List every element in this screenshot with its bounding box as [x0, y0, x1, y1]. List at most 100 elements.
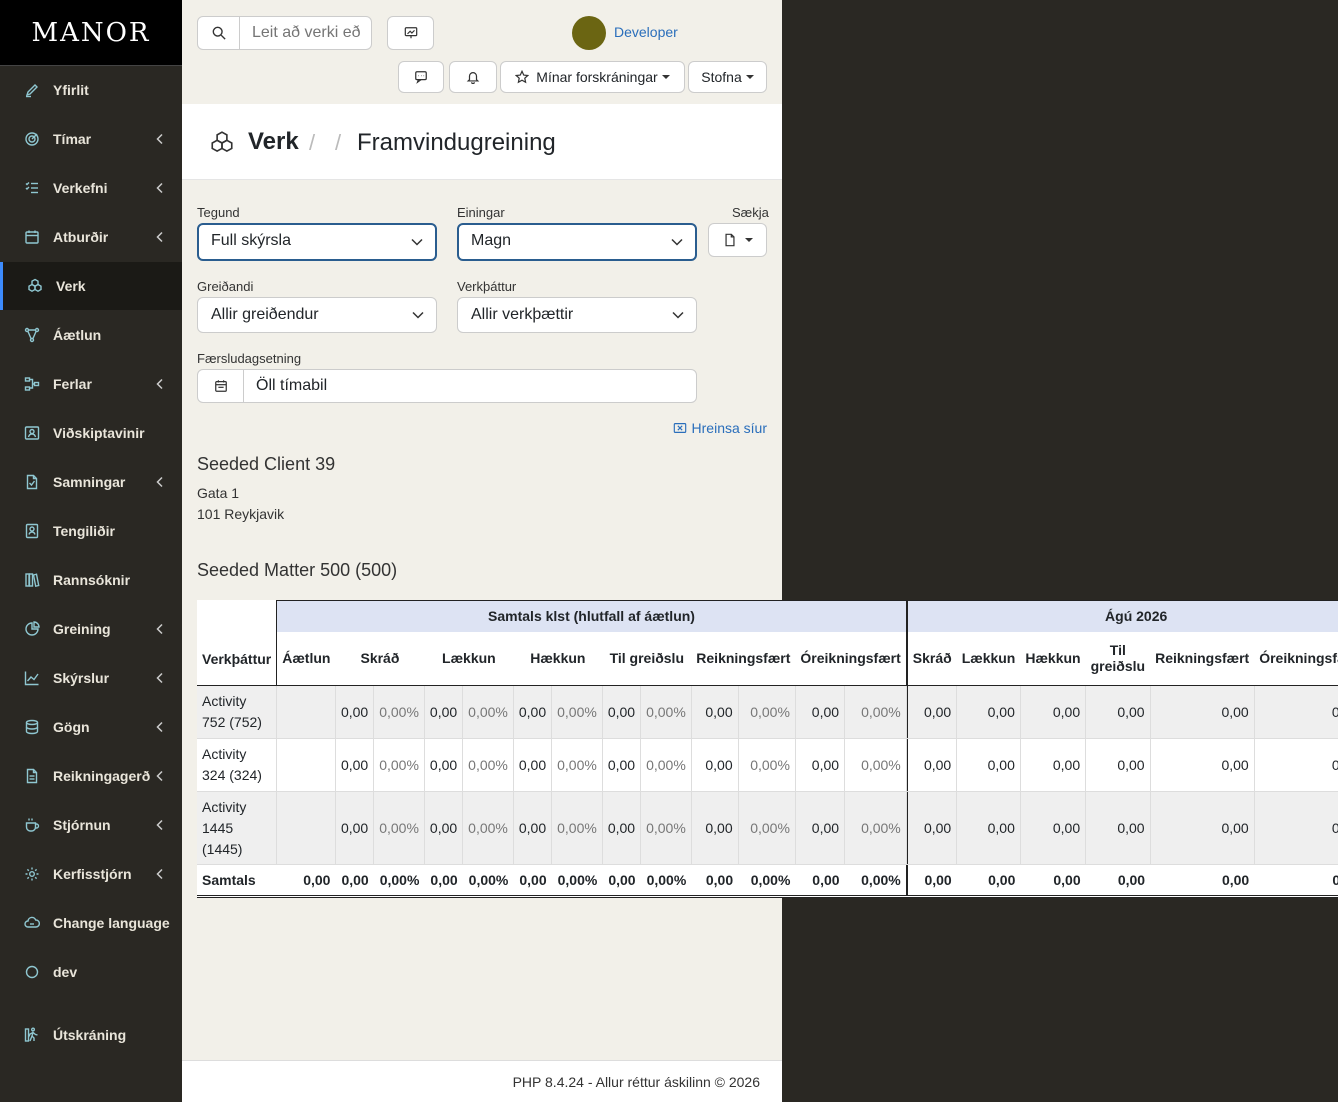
breadcrumb-section[interactable]: Verk — [248, 128, 299, 156]
chevron-left-icon — [156, 672, 163, 684]
cell-m-billed: 0,00 — [1150, 791, 1255, 865]
sidebar-item-verk[interactable]: Verk — [0, 262, 182, 310]
sidebar-item-áætlun[interactable]: Áætlun — [0, 311, 182, 359]
footer: PHP 8.4.24 - Allur réttur áskilinn © 202… — [182, 1060, 782, 1102]
cell-unbilled-pct: 0,00% — [844, 685, 907, 739]
col-header-recorded[interactable]: Skráð — [335, 631, 425, 686]
col-header-month-reduction[interactable]: Lækkun — [956, 631, 1021, 686]
sidebar-item-reikningagerð[interactable]: Reikningagerð — [0, 752, 182, 800]
cell-billed: 0,00 — [691, 791, 739, 865]
cell-m-recorded: 0,00 — [907, 738, 958, 792]
sidebar-item-ferlar[interactable]: Ferlar — [0, 360, 182, 408]
favorites-button[interactable]: Mínar forskráningar — [500, 61, 685, 93]
cell-reduction-pct: 0,00% — [462, 791, 514, 865]
row-phase-name: Activity 1445 (1445) — [197, 791, 278, 865]
cell-plan — [276, 738, 336, 792]
col-header-month-topay[interactable]: Til greiðslu — [1085, 631, 1151, 686]
sidebar-item-tengiliðir[interactable]: Tengiliðir — [0, 507, 182, 555]
cell-m-billed: 0,00 — [1150, 738, 1255, 792]
avatar[interactable] — [572, 16, 606, 50]
sidebar-item-greining[interactable]: Greining — [0, 605, 182, 653]
cell-topay-pct: 0,00% — [640, 791, 692, 865]
diagram-icon — [24, 327, 40, 343]
cell-reduction: 0,00 — [424, 791, 464, 865]
type-select[interactable]: Full skýrsla — [197, 223, 437, 261]
close-box-icon — [673, 423, 686, 433]
sidebar-item-yfirlit[interactable]: Yfirlit — [0, 66, 182, 114]
total-m-unbilled: 0,00 — [1254, 864, 1338, 898]
search-button[interactable] — [198, 17, 240, 49]
sidebar-item-atburðir[interactable]: Atburðir — [0, 213, 182, 261]
clear-filters-link[interactable]: Hreinsa síur — [673, 420, 767, 436]
main-content: Developer Mínar forskráningar Stofna Ver… — [182, 0, 782, 1060]
total-recorded: 0,00 — [335, 864, 374, 898]
sidebar-item-tímar[interactable]: Tímar — [0, 115, 182, 163]
group-header-totals: Samtals klst (hlutfall af áætlun) — [276, 600, 907, 632]
database-icon — [24, 719, 40, 735]
sidebar: MANOR Yfirlit Tímar Verkefni Atburðir Verk Áæ… — [0, 0, 182, 1102]
sidebar-item-dev[interactable]: dev — [0, 948, 182, 996]
cell-increase: 0,00 — [513, 685, 553, 739]
col-header-topay[interactable]: Til greiðslu — [602, 631, 692, 686]
chat-icon — [415, 71, 427, 84]
sidebar-item-rannsóknir[interactable]: Rannsóknir — [0, 556, 182, 604]
col-header-plan[interactable]: Áætlun — [276, 631, 336, 686]
cell-increase-pct: 0,00% — [551, 685, 603, 739]
col-header-reduction[interactable]: Lækkun — [424, 631, 514, 686]
sidebar-item-verkefni[interactable]: Verkefni — [0, 164, 182, 212]
user-name-link[interactable]: Developer — [614, 24, 678, 40]
cell-unbilled-pct: 0,00% — [844, 791, 907, 865]
table-total-row: Samtals 0,00 0,00 0,00% 0,00 0,00% 0,00 0,00% 0,… — [197, 864, 1338, 898]
page-header: Verk / / Framvindugreining — [182, 104, 782, 180]
brand-logo[interactable]: MANOR — [0, 0, 182, 66]
feedback-button[interactable] — [398, 61, 444, 93]
col-header-unbilled[interactable]: Óreikningsfært — [795, 631, 907, 686]
presentation-button[interactable] — [387, 16, 434, 50]
col-header-phase[interactable]: Verkþáttur — [197, 600, 277, 686]
sidebar-item-gögn[interactable]: Gögn — [0, 703, 182, 751]
pie-chart-icon — [24, 621, 40, 637]
sidebar-item-samningar[interactable]: Samningar — [0, 458, 182, 506]
units-select[interactable]: Magn — [457, 223, 697, 261]
cell-unbilled: 0,00 — [795, 685, 846, 739]
cell-reduction-pct: 0,00% — [462, 685, 514, 739]
col-header-month-billed[interactable]: Reikningsfært — [1150, 631, 1255, 686]
pen-icon — [24, 82, 40, 98]
chevron-left-icon — [156, 819, 163, 831]
cell-topay: 0,00 — [602, 738, 642, 792]
cell-m-billed: 0,00 — [1150, 685, 1255, 739]
total-m-increase: 0,00 — [1020, 864, 1086, 898]
payer-select[interactable]: Allir greiðendur — [197, 297, 437, 333]
table-row: Activity 1445 (1445) 0,00 0,00% 0,00 0,00% 0,… — [197, 791, 1338, 865]
footer-text: PHP 8.4.24 - Allur réttur áskilinn © 202… — [512, 1074, 760, 1090]
breadcrumb-separator: / — [335, 130, 342, 155]
sidebar-item-label: Atburðir — [53, 229, 109, 245]
notifications-button[interactable] — [449, 61, 497, 93]
sidebar-item-útskráning[interactable]: Útskráning — [0, 1011, 182, 1059]
sidebar-item-stjórnun[interactable]: Stjórnun — [0, 801, 182, 849]
col-header-month-unbilled[interactable]: Óreikningsfært — [1254, 631, 1338, 686]
star-icon — [515, 70, 530, 84]
sidebar-item-viðskiptavinir[interactable]: Viðskiptavinir — [0, 409, 182, 457]
create-button[interactable]: Stofna — [688, 61, 767, 93]
total-unbilled: 0,00 — [795, 864, 845, 898]
total-topay-pct: 0,00% — [640, 864, 692, 898]
search-icon — [212, 26, 226, 40]
phase-select[interactable]: Allir verkþættir — [457, 297, 697, 333]
cell-increase: 0,00 — [513, 791, 553, 865]
col-header-month-increase[interactable]: Hækkun — [1020, 631, 1086, 686]
cell-topay: 0,00 — [602, 791, 642, 865]
sidebar-item-skýrslur[interactable]: Skýrslur — [0, 654, 182, 702]
cell-plan — [276, 791, 336, 865]
search-input[interactable] — [241, 17, 371, 49]
fetch-xls-button[interactable] — [708, 223, 767, 257]
col-header-increase[interactable]: Hækkun — [513, 631, 603, 686]
date-picker-button[interactable] — [198, 370, 244, 402]
date-range-input[interactable]: Öll tímabil — [256, 377, 327, 395]
col-header-month-recorded[interactable]: Skráð — [907, 631, 957, 686]
sidebar-item-label: Reikningagerð — [53, 768, 151, 784]
sidebar-item-change-language[interactable]: Change language — [0, 899, 182, 947]
contacts-icon — [24, 425, 40, 441]
col-header-billed[interactable]: Reikningsfært — [691, 631, 796, 686]
sidebar-item-kerfisstjórn[interactable]: Kerfisstjórn — [0, 850, 182, 898]
